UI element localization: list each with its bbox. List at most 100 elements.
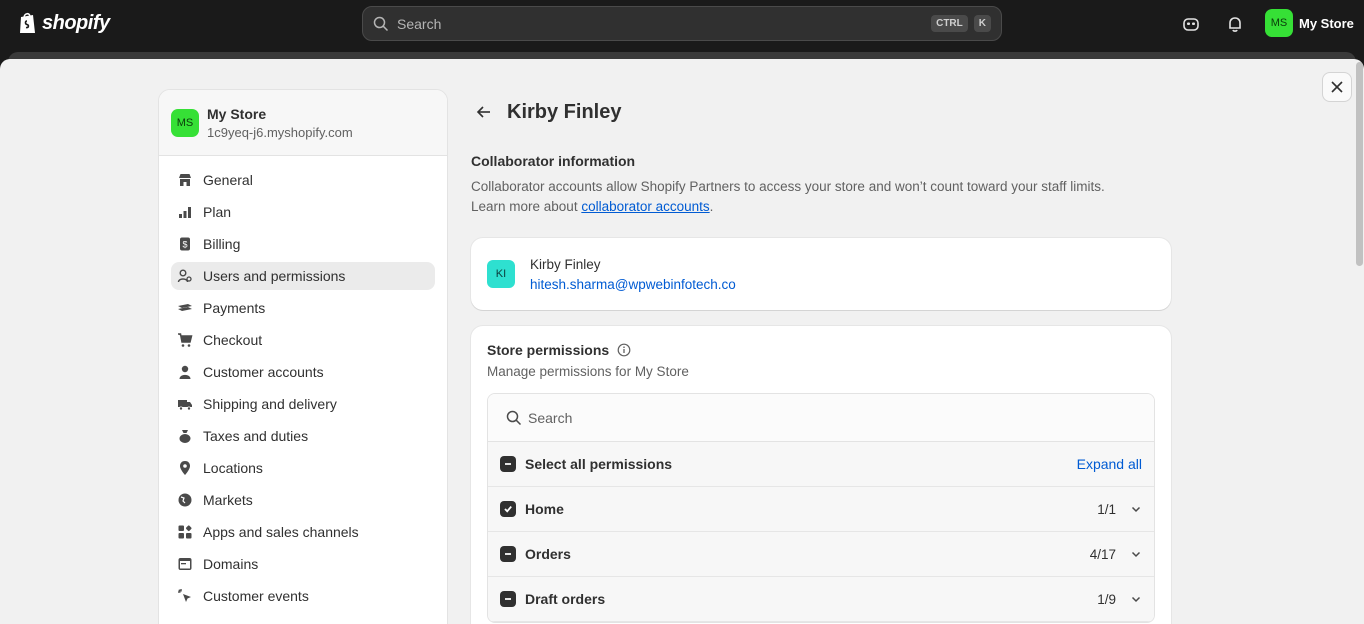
collaborator-email-link[interactable]: hitesh.sharma@wpwebinfotech.co	[530, 277, 736, 292]
store-permissions-title: Store permissions	[487, 342, 610, 358]
global-search-input[interactable]: Search CTRL K	[362, 6, 1002, 41]
sidebar-item-label: Plan	[203, 204, 232, 220]
store-permissions-subtitle: Manage permissions for My Store	[487, 364, 689, 379]
info-icon[interactable]	[617, 343, 631, 357]
settings-sidebar: MS My Store 1c9yeq-j6.myshopify.com Gene…	[158, 89, 448, 624]
permission-label: Home	[525, 501, 564, 517]
orders-checkbox[interactable]	[500, 546, 516, 562]
sidekick-icon	[1183, 18, 1199, 31]
shopify-logo[interactable]: shopify	[18, 11, 110, 35]
description-period: .	[709, 199, 714, 214]
description-line-1: Collaborator accounts allow Shopify Part…	[471, 179, 1105, 194]
sidebar-item-label: Domains	[203, 556, 259, 572]
plan-icon	[177, 204, 193, 220]
sidebar-item-label: Markets	[203, 492, 253, 508]
settings-nav: General Plan $ Billing Users and permiss…	[159, 156, 447, 610]
sidebar-item-label: Shipping and delivery	[203, 396, 337, 412]
search-placeholder: Search	[397, 15, 442, 32]
collaborator-name: Kirby Finley	[530, 256, 601, 272]
sheet-scrollbar[interactable]	[1356, 62, 1363, 266]
sidebar-item-users-and-permissions[interactable]: Users and permissions	[171, 262, 435, 290]
users-icon	[177, 268, 193, 284]
back-button[interactable]	[471, 99, 497, 125]
close-icon	[1331, 81, 1343, 93]
store-menu-button[interactable]: MS My Store	[1265, 9, 1354, 37]
store-avatar: MS	[1265, 9, 1293, 37]
permission-row-draft-orders[interactable]: Draft orders 1/9	[488, 577, 1154, 622]
shortcut-ctrl-key: CTRL	[931, 15, 968, 32]
chevron-down-icon[interactable]	[1130, 593, 1142, 605]
page-header: Kirby Finley	[471, 89, 1171, 135]
search-icon	[373, 16, 389, 31]
sidebar-item-taxes-and-duties[interactable]: Taxes and duties	[171, 422, 435, 450]
apps-icon	[177, 524, 193, 540]
billing-icon: $	[177, 236, 193, 252]
select-all-label: Select all permissions	[525, 456, 673, 472]
minus-icon	[505, 598, 511, 600]
home-checkbox[interactable]	[500, 501, 516, 517]
sidebar-item-customer-accounts[interactable]: Customer accounts	[171, 358, 435, 386]
store-permissions-heading: Store permissions	[487, 342, 1155, 358]
permission-label: Draft orders	[525, 591, 606, 607]
store-name: My Store	[207, 105, 267, 122]
search-icon	[506, 410, 522, 425]
permission-row-home[interactable]: Home 1/1	[488, 487, 1154, 532]
sidebar-item-billing[interactable]: $ Billing	[171, 230, 435, 258]
sidebar-item-domains[interactable]: Domains	[171, 550, 435, 578]
tax-icon	[177, 428, 193, 444]
payments-icon	[177, 300, 193, 316]
check-icon	[504, 506, 512, 513]
draft-orders-checkbox[interactable]	[500, 591, 516, 607]
collaborator-card: KI Kirby Finley hitesh.sharma@wpwebinfot…	[471, 238, 1171, 310]
cursor-icon	[177, 588, 193, 604]
sidebar-item-apps-and-sales-channels[interactable]: Apps and sales channels	[171, 518, 435, 546]
cart-icon	[177, 332, 193, 348]
person-icon	[177, 364, 193, 380]
store-menu-name: My Store	[1299, 15, 1354, 31]
sidebar-item-label: Customer events	[203, 588, 309, 604]
domains-icon	[177, 556, 193, 572]
permissions-search-placeholder: Search	[528, 409, 573, 426]
sidebar-item-label: Billing	[203, 236, 241, 252]
minus-icon	[505, 553, 511, 555]
select-all-checkbox[interactable]	[500, 456, 516, 472]
permission-count: 1/1	[1097, 501, 1116, 517]
collaborator-info-description: Collaborator accounts allow Shopify Part…	[471, 177, 1171, 217]
close-settings-button[interactable]	[1322, 72, 1352, 102]
select-all-row: Select all permissions Expand all	[488, 442, 1154, 487]
sidebar-item-general[interactable]: General	[171, 166, 435, 194]
arrow-left-icon	[476, 106, 490, 118]
brand-wordmark: shopify	[42, 11, 110, 34]
globe-icon	[177, 492, 193, 508]
store-icon	[177, 172, 193, 188]
store-permissions-card: Store permissions Manage permissions for…	[471, 326, 1171, 624]
expand-all-button[interactable]: Expand all	[1077, 456, 1142, 472]
sidebar-item-label: Taxes and duties	[203, 428, 309, 444]
chevron-down-icon[interactable]	[1130, 548, 1142, 560]
store-header[interactable]: MS My Store 1c9yeq-j6.myshopify.com	[159, 90, 447, 156]
permission-row-orders[interactable]: Orders 4/17	[488, 532, 1154, 577]
sidebar-item-label: Apps and sales channels	[203, 524, 359, 540]
sidebar-item-label: Payments	[203, 300, 266, 316]
collaborator-accounts-link[interactable]: collaborator accounts	[581, 199, 709, 214]
sidebar-item-label: Users and permissions	[203, 268, 346, 284]
sidebar-item-payments[interactable]: Payments	[171, 294, 435, 322]
permission-label: Orders	[525, 546, 571, 562]
sidebar-item-plan[interactable]: Plan	[171, 198, 435, 226]
store-domain: 1c9yeq-j6.myshopify.com	[207, 124, 353, 140]
shopify-bag-icon	[20, 12, 35, 33]
sidekick-button[interactable]	[1179, 12, 1203, 36]
collaborator-info-heading: Collaborator information	[471, 153, 636, 169]
sidebar-item-shipping-and-delivery[interactable]: Shipping and delivery	[171, 390, 435, 418]
sidebar-item-label: Checkout	[203, 332, 263, 348]
sidebar-item-markets[interactable]: Markets	[171, 486, 435, 514]
sidebar-item-customer-events[interactable]: Customer events	[171, 582, 435, 610]
permissions-search-input[interactable]: Search	[488, 394, 1154, 442]
collaborator-avatar: KI	[487, 260, 515, 288]
sidebar-item-locations[interactable]: Locations	[171, 454, 435, 482]
notifications-button[interactable]	[1223, 12, 1247, 36]
page-title: Kirby Finley	[507, 100, 622, 123]
location-icon	[177, 460, 193, 476]
chevron-down-icon[interactable]	[1130, 503, 1142, 515]
sidebar-item-checkout[interactable]: Checkout	[171, 326, 435, 354]
